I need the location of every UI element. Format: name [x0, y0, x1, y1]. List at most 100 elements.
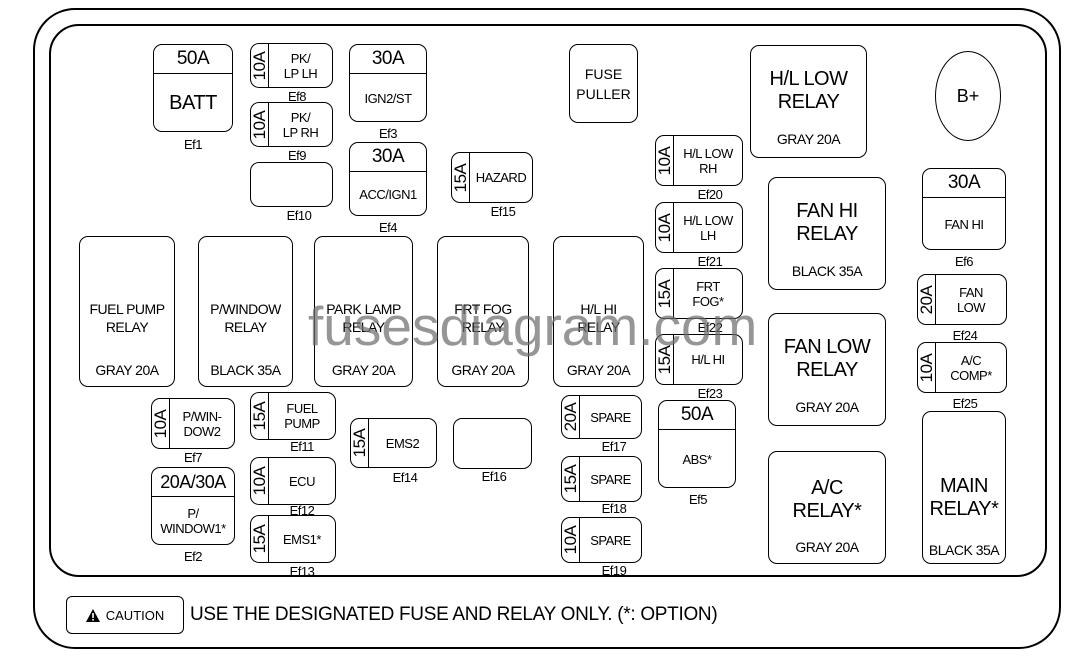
fuse-circuit-label: PK/ LP RH — [282, 109, 319, 140]
empty-fuse-slot-ef10[interactable] — [250, 162, 333, 207]
fuse-amperage-text: 20A — [560, 402, 580, 432]
empty-fuse-slot-ef16[interactable] — [453, 418, 532, 469]
fuse-amperage: 10A — [655, 203, 674, 252]
fuse-circuit-label: P/ WINDOW1* — [160, 506, 226, 536]
relay-a-c[interactable]: A/C RELAY* GRAY 20A — [768, 451, 886, 564]
fuse-ef11[interactable]: 15A FUEL PUMP — [250, 392, 336, 440]
fuse-ef3[interactable]: 30A IGN2/ST — [349, 44, 427, 122]
fuse-amperage: 10A — [560, 518, 580, 562]
caution-label: CAUTION — [105, 607, 165, 623]
fuse-circuit-label: EMS1* — [283, 531, 321, 547]
relay-fan-hi[interactable]: FAN HI RELAY BLACK 35A — [768, 177, 886, 290]
fuse-id-label: Ef14 — [392, 470, 418, 485]
fuse-amperage-text: 15A — [249, 401, 269, 431]
relay-main[interactable]: MAIN RELAY* BLACK 35A — [922, 411, 1006, 564]
fuse-ef14[interactable]: 15A EMS2 — [350, 418, 437, 468]
fuse-id-label: Ef10 — [286, 208, 312, 223]
fuse-amperage-text: 10A — [249, 51, 269, 80]
fuse-ef12[interactable]: 10A ECU — [250, 457, 336, 505]
relay-park-lamp[interactable]: PARK LAMP RELAY GRAY 20A — [314, 236, 413, 387]
fuse-ef6[interactable]: 30A FAN HI — [922, 168, 1006, 250]
relay-rating: GRAY 20A — [566, 362, 631, 378]
relay-rating: GRAY 20A — [331, 362, 396, 378]
fuse-amperage: 15A — [654, 335, 674, 384]
fuse-amperage: 10A — [250, 458, 269, 504]
caution-note: USE THE DESIGNATED FUSE AND RELAY ONLY. … — [190, 604, 718, 625]
fuse-circuit-label: H/L LOW LH — [683, 212, 733, 243]
fuse-amperage-text: 20A — [916, 285, 936, 314]
fuse-id-label: Ef13 — [289, 564, 315, 579]
fuse-amperage-text: 15A — [654, 345, 674, 374]
fuse-ef1[interactable]: 50A BATT — [153, 44, 233, 132]
fuse-ef23[interactable]: 15A H/L HI — [655, 334, 743, 385]
fuse-circuit-label: SPARE — [590, 532, 631, 548]
fuse-id-label: Ef25 — [952, 396, 978, 411]
fuse-ef5[interactable]: 50A ABS* — [658, 400, 736, 488]
fuse-ef15[interactable]: 15A HAZARD — [451, 152, 533, 203]
relay-name: FAN LOW RELAY — [783, 336, 871, 381]
fuse-amperage: 50A — [659, 401, 735, 430]
fuse-ef22[interactable]: 15A FRT FOG* — [655, 268, 743, 319]
relay-h-l-low[interactable]: H/L LOW RELAY GRAY 20A — [750, 45, 867, 158]
fuse-amperage: 15A — [451, 153, 470, 202]
fuse-id-label: Ef24 — [952, 328, 978, 343]
relay-name: FRT FOG RELAY — [454, 301, 512, 335]
fuse-ef21[interactable]: 10A H/L LOW LH — [655, 202, 743, 253]
fuse-ef13[interactable]: 15A EMS1* — [250, 515, 336, 563]
warning-triangle-icon — [85, 608, 100, 622]
fuse-circuit-label: IGN2/ST — [364, 90, 412, 106]
relay-rating: GRAY 20A — [776, 131, 841, 147]
fuse-ef4[interactable]: 30A ACC/IGN1 — [349, 142, 427, 216]
fuse-id-label: Ef1 — [183, 137, 203, 152]
fuse-amperage-text: 10A — [249, 110, 269, 139]
fuse-id-label: Ef22 — [697, 320, 723, 335]
fuse-amperage: 10A — [249, 103, 269, 146]
fuse-ef25[interactable]: 10A A/C COMP* — [917, 342, 1007, 393]
fuse-amperage-text: 10A — [916, 353, 936, 382]
relay-rating: GRAY 20A — [451, 362, 515, 378]
fuse-amperage-text: 10A — [560, 525, 580, 555]
relay-name: A/C RELAY* — [792, 477, 862, 522]
fuse-ef20[interactable]: 10A H/L LOW RH — [655, 135, 743, 186]
fuse-amperage-text: 15A — [654, 279, 674, 308]
fuse-amperage-text: 10A — [150, 409, 170, 438]
fuse-id-label: Ef6 — [954, 254, 974, 269]
relay-fan-low[interactable]: FAN LOW RELAY GRAY 20A — [768, 313, 886, 426]
fuse-puller: FUSE PULLER — [569, 44, 638, 123]
fuse-ef9[interactable]: 10A PK/ LP RH — [250, 102, 333, 147]
fuse-circuit-label: FUEL PUMP — [284, 401, 320, 431]
fuse-amperage: 10A — [655, 136, 674, 185]
fuse-circuit-label: FRT FOG* — [692, 278, 724, 309]
fuse-ef8[interactable]: 10A PK/ LP LH — [250, 43, 333, 88]
relay-name: P/WINDOW RELAY — [210, 301, 281, 335]
fuse-ef18[interactable]: 15A SPARE — [561, 456, 642, 502]
fuse-amperage-text: 15A — [349, 428, 369, 458]
relay-h-l-hi[interactable]: H/L HI RELAY GRAY 20A — [553, 236, 644, 387]
fuse-ef24[interactable]: 20A FAN LOW — [917, 274, 1007, 325]
fuse-ef2[interactable]: 20A/30A P/ WINDOW1* — [151, 467, 235, 545]
fuse-id-label: Ef19 — [601, 563, 627, 578]
fuse-amperage: 15A — [249, 393, 269, 439]
fuse-amperage: 30A — [350, 143, 426, 172]
fuse-amperage: 10A — [916, 343, 936, 392]
relay-rating: GRAY 20A — [795, 539, 859, 555]
fuse-id-label: Ef23 — [697, 386, 723, 401]
fuse-amperage: 20A — [916, 275, 936, 324]
fuse-ef7[interactable]: 10A P/WIN- DOW2 — [151, 398, 235, 449]
fuse-ef19[interactable]: 10A SPARE — [561, 517, 642, 563]
relay-name: H/L LOW RELAY — [769, 68, 849, 113]
bplus-label: B+ — [956, 85, 980, 106]
fuse-circuit-label: HAZARD — [475, 170, 527, 185]
fuse-id-label: Ef7 — [183, 450, 203, 465]
relay-p-window[interactable]: P/WINDOW RELAY BLACK 35A — [198, 236, 293, 387]
fuse-circuit-label: SPARE — [590, 409, 631, 425]
fuse-ef17[interactable]: 20A SPARE — [561, 395, 642, 439]
fuse-circuit-label: BATT — [169, 91, 217, 114]
relay-rating: BLACK 35A — [791, 263, 863, 279]
relay-frt-fog[interactable]: FRT FOG RELAY GRAY 20A — [437, 236, 529, 387]
relay-name: H/L HI RELAY — [577, 301, 620, 335]
relay-fuel-pump[interactable]: FUEL PUMP RELAY GRAY 20A — [79, 236, 175, 387]
fuse-circuit-label: P/WIN- DOW2 — [182, 408, 222, 439]
fuse-id-label: Ef18 — [601, 501, 627, 516]
fuse-id-label: Ef4 — [378, 220, 398, 235]
